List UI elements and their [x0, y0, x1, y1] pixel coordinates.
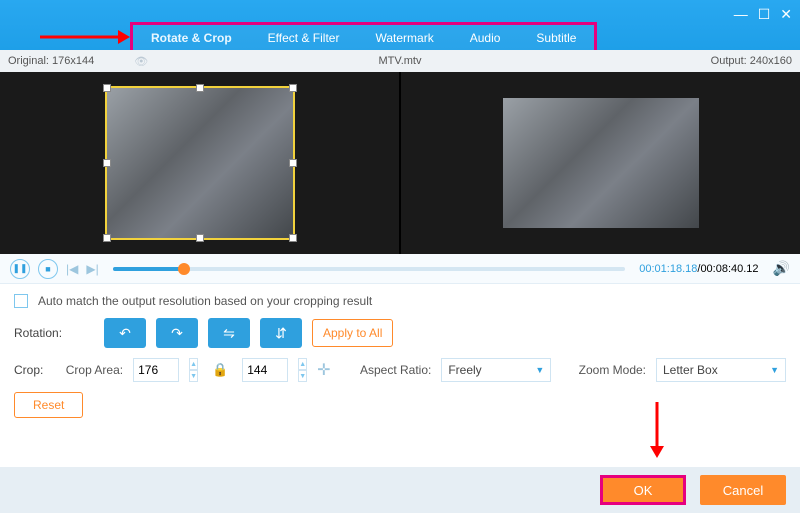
- ok-arrow-annotation: [650, 402, 664, 463]
- preview-area: [0, 72, 800, 254]
- crop-handle[interactable]: [289, 159, 297, 167]
- tab-audio[interactable]: Audio: [452, 25, 519, 51]
- apply-to-all-button[interactable]: Apply to All: [312, 319, 393, 347]
- lock-icon[interactable]: 🔒: [208, 362, 232, 378]
- crop-handle[interactable]: [103, 159, 111, 167]
- tab-effect-filter[interactable]: Effect & Filter: [250, 25, 358, 51]
- stop-button[interactable]: ■: [38, 259, 58, 279]
- pause-button[interactable]: ❚❚: [10, 259, 30, 279]
- seek-track[interactable]: [113, 267, 626, 271]
- crop-handle[interactable]: [196, 234, 204, 242]
- source-pane[interactable]: [0, 72, 399, 254]
- crop-handle[interactable]: [103, 84, 111, 92]
- auto-match-checkbox[interactable]: [14, 294, 28, 308]
- crop-height-spinner[interactable]: ▲▼: [298, 358, 307, 382]
- crop-handle[interactable]: [103, 234, 111, 242]
- maximize-button[interactable]: ☐: [758, 6, 771, 23]
- seek-knob[interactable]: [178, 263, 190, 275]
- crop-frame[interactable]: [107, 88, 293, 238]
- rotation-label: Rotation:: [14, 326, 94, 340]
- reset-button[interactable]: Reset: [14, 392, 83, 418]
- tabs-arrow-annotation: [40, 30, 130, 44]
- crop-height-input[interactable]: [242, 358, 288, 382]
- close-button[interactable]: ✕: [780, 6, 792, 23]
- seek-progress: [113, 267, 185, 271]
- tab-rotate-crop[interactable]: Rotate & Crop: [133, 25, 250, 51]
- tab-watermark[interactable]: Watermark: [357, 25, 451, 51]
- anchor-icon[interactable]: ✛: [317, 358, 330, 382]
- crop-width-spinner[interactable]: ▲▼: [189, 358, 198, 382]
- flip-vertical-button[interactable]: ⇵: [260, 318, 302, 348]
- crop-label: Crop:: [14, 363, 56, 377]
- crop-area-label: Crop Area:: [66, 363, 123, 377]
- cancel-button[interactable]: Cancel: [700, 475, 786, 505]
- volume-icon[interactable]: 🔊: [773, 260, 790, 277]
- crop-width-input[interactable]: [133, 358, 179, 382]
- crop-handle[interactable]: [196, 84, 204, 92]
- aspect-ratio-select[interactable]: Freely: [441, 358, 551, 382]
- file-title: MTV.mtv: [379, 55, 422, 67]
- output-thumb: [503, 98, 699, 228]
- zoom-mode-select[interactable]: Letter Box: [656, 358, 786, 382]
- flip-horizontal-button[interactable]: ⇋: [208, 318, 250, 348]
- aspect-ratio-label: Aspect Ratio:: [360, 363, 431, 377]
- crop-handle[interactable]: [289, 84, 297, 92]
- prev-button[interactable]: |◀: [66, 262, 78, 276]
- rotate-left-button[interactable]: ↶: [104, 318, 146, 348]
- original-size-label: Original: 176x144: [8, 55, 94, 67]
- eye-icon[interactable]: 👁: [134, 55, 148, 68]
- rotate-right-button[interactable]: ↷: [156, 318, 198, 348]
- zoom-mode-label: Zoom Mode:: [579, 363, 646, 377]
- crop-handle[interactable]: [289, 234, 297, 242]
- tab-subtitle[interactable]: Subtitle: [518, 25, 594, 51]
- ok-button[interactable]: OK: [600, 475, 686, 505]
- auto-match-label: Auto match the output resolution based o…: [38, 294, 372, 308]
- next-button[interactable]: ▶|: [86, 262, 98, 276]
- minimize-button[interactable]: —: [734, 6, 748, 23]
- output-pane: [399, 72, 800, 254]
- time-display: 00:01:18.18/00:08:40.12: [639, 263, 758, 275]
- output-size-label: Output: 240x160: [711, 55, 792, 67]
